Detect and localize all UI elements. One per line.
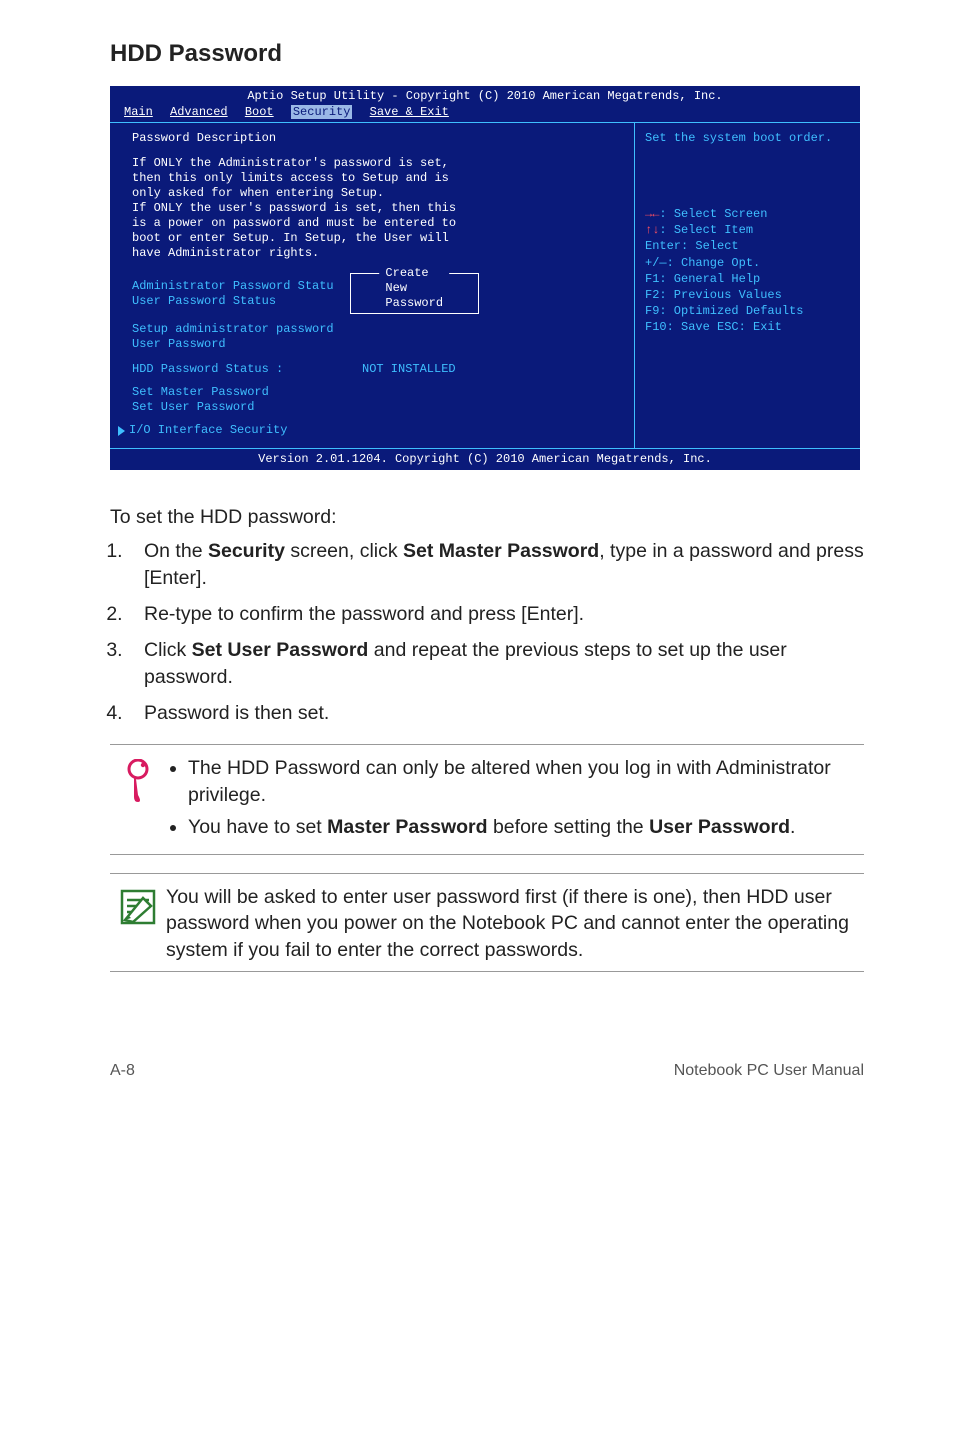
note-text: You will be asked to enter user password…: [166, 884, 864, 963]
nav-select-item: Select Item: [674, 223, 753, 237]
tab-advanced: Advanced: [170, 105, 228, 119]
bios-tabs: Main Advanced Boot Security Save & Exit: [110, 105, 860, 123]
right-hint: Set the system boot order.: [645, 131, 850, 146]
step-text: screen, click: [285, 540, 403, 562]
note-text-span: You have to set: [188, 816, 327, 838]
set-master-password: Set Master Password: [132, 385, 620, 400]
desc-line: only asked for when entering Setup.: [132, 186, 620, 201]
nav-enter: Enter: Select: [645, 238, 850, 254]
manual-title: Notebook PC User Manual: [674, 1062, 864, 1080]
note-bullet: The HDD Password can only be altered whe…: [188, 755, 864, 808]
note-bullet: You have to set Master Password before s…: [188, 814, 864, 840]
intro-text: To set the HDD password:: [110, 504, 864, 530]
step-text: On the: [144, 540, 208, 562]
step-text: Click: [144, 639, 192, 661]
nav-f2: F2: Previous Values: [645, 287, 850, 303]
tab-save-exit: Save & Exit: [370, 105, 449, 119]
submenu-arrow-icon: [118, 426, 125, 436]
note-text-span: before setting the: [488, 816, 650, 838]
page-footer: A-8 Notebook PC User Manual: [0, 1002, 954, 1098]
note-bold: User Password: [649, 816, 790, 838]
desc-line: boot or enter Setup. In Setup, the User …: [132, 231, 620, 246]
dialog-title: Create New Password: [379, 266, 449, 311]
step-1: On the Security screen, click Set Master…: [128, 538, 864, 591]
page-number: A-8: [110, 1062, 135, 1080]
pin-icon: [110, 755, 166, 846]
steps-list: On the Security screen, click Set Master…: [110, 538, 864, 726]
nav-select-screen: Select Screen: [674, 207, 768, 221]
nav-keys: →←: Select Screen ↑↓: Select Item Enter:…: [645, 206, 850, 336]
desc-line: If ONLY the Administrator's password is …: [132, 156, 620, 171]
user-password-status: User Password Status: [132, 294, 334, 309]
desc-line: then this only limits access to Setup an…: [132, 171, 620, 186]
note-text-span: .: [790, 816, 795, 838]
nav-f10: F10: Save ESC: Exit: [645, 319, 850, 335]
setup-admin-password: Setup administrator password: [132, 322, 620, 337]
nav-change: +/—: Change Opt.: [645, 255, 850, 271]
user-password-item: User Password: [132, 337, 620, 352]
note-icon: [110, 884, 166, 963]
nav-f9: F9: Optimized Defaults: [645, 303, 850, 319]
io-interface-security: I/O Interface Security: [129, 423, 287, 438]
set-user-password: Set User Password: [132, 400, 620, 415]
hdd-password-status-value: NOT INSTALLED: [362, 362, 456, 377]
step-bold: Set Master Password: [403, 540, 599, 562]
step-3: Click Set User Password and repeat the p…: [128, 637, 864, 690]
create-password-dialog: Create New Password: [350, 273, 479, 314]
tab-boot: Boot: [245, 105, 274, 119]
desc-line: have Administrator rights.: [132, 246, 620, 261]
desc-line: If ONLY the user's password is set, then…: [132, 201, 620, 216]
step-bold: Security: [208, 540, 285, 562]
info-note: You will be asked to enter user password…: [110, 873, 864, 972]
desc-line: is a power on password and must be enter…: [132, 216, 620, 231]
admin-password-status: Administrator Password Statu: [132, 279, 334, 294]
nav-f1: F1: General Help: [645, 271, 850, 287]
tab-main: Main: [124, 105, 153, 119]
note-bold: Master Password: [327, 816, 487, 838]
tab-security: Security: [291, 105, 353, 119]
step-bold: Set User Password: [192, 639, 369, 661]
important-note: The HDD Password can only be altered whe…: [110, 744, 864, 855]
step-4: Password is then set.: [128, 700, 864, 726]
hdd-password-status-label: HDD Password Status :: [132, 362, 362, 377]
bios-title: Aptio Setup Utility - Copyright (C) 2010…: [110, 86, 860, 105]
bios-footer: Version 2.01.1204. Copyright (C) 2010 Am…: [110, 448, 860, 470]
section-title: HDD Password: [110, 40, 864, 68]
bios-screenshot: Aptio Setup Utility - Copyright (C) 2010…: [110, 86, 860, 470]
password-description-heading: Password Description: [132, 131, 620, 146]
step-2: Re-type to confirm the password and pres…: [128, 601, 864, 627]
